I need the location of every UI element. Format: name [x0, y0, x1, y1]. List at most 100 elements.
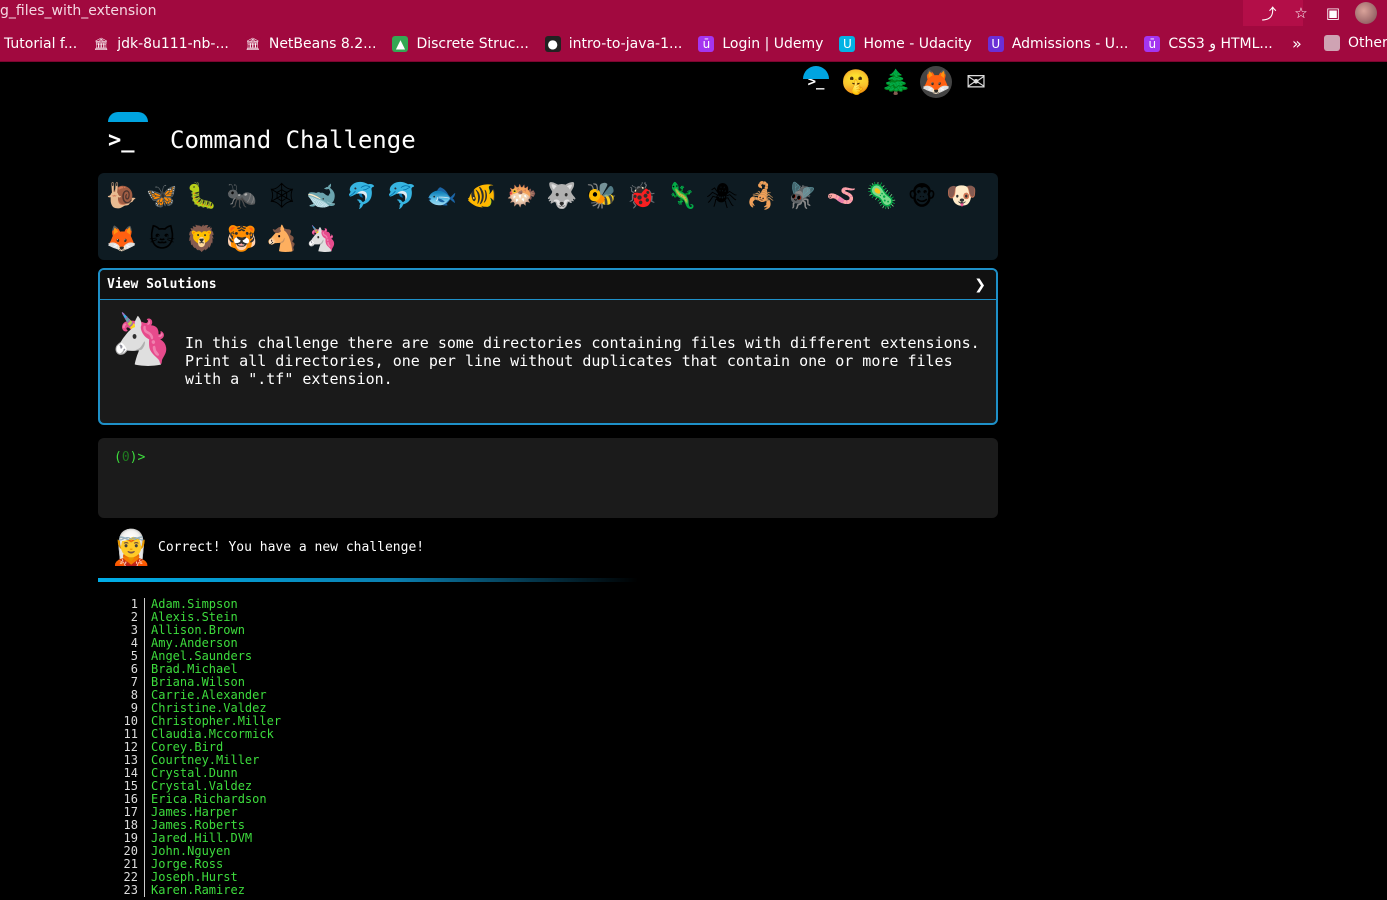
line-number: 23 [123, 883, 138, 897]
museum-icon: 🏛 [244, 35, 261, 52]
line-separator [144, 806, 145, 819]
challenge-whale-icon[interactable]: 🐋 [302, 175, 342, 217]
challenge-fly-icon[interactable]: 🪰 [782, 175, 822, 217]
challenge-scorpion-icon[interactable]: 🦂 [742, 175, 782, 217]
line-separator [144, 767, 145, 780]
bookmark-label: Admissions - U... [1011, 35, 1129, 52]
bookmarks-more-button[interactable]: » [1292, 34, 1302, 53]
tab-title[interactable]: g_files_with_extension [0, 3, 156, 19]
bookmark-label: CSS3 و HTML... [1168, 35, 1273, 52]
bookmark-label: Discrete Struc... [416, 35, 529, 52]
feedback-message: Correct! You have a new challenge! [158, 540, 425, 555]
challenge-dolphin-icon[interactable]: 🐬 [342, 175, 382, 217]
challenge-lion-icon[interactable]: 🦁 [182, 218, 222, 260]
terminal-icon[interactable]: >_ [800, 66, 832, 98]
elf-avatar-icon: 🧝 [110, 528, 153, 568]
challenge-caterpillar-icon[interactable]: 🐛 [182, 175, 222, 217]
challenge-unicorn-icon[interactable]: 🦄 [302, 218, 342, 260]
challenge-ladybug-icon[interactable]: 🐞 [622, 175, 662, 217]
header-icons: >_ 🤫 🌲 🦊 ✉ [800, 66, 992, 98]
bookmark-item[interactable]: ▲ Discrete Struc... [392, 35, 529, 52]
udemy-icon: ū [1144, 35, 1161, 52]
share-icon[interactable]: ⤴ [1253, 3, 1285, 24]
view-solutions-label: View Solutions [107, 277, 217, 292]
other-bookmarks-label: Other [1348, 35, 1387, 51]
gitlab-icon[interactable]: 🦊 [920, 66, 952, 98]
challenge-cat-icon[interactable]: 🐱 [142, 218, 182, 260]
line-separator [144, 858, 145, 871]
challenge-tropical-fish-icon[interactable]: 🐠 [462, 175, 502, 217]
bookmark-item[interactable]: ū CSS3 و HTML... [1144, 35, 1273, 52]
profile-avatar[interactable] [1355, 2, 1377, 24]
line-separator [144, 793, 145, 806]
bookmark-item[interactable]: ū Login | Udemy [698, 35, 824, 52]
other-bookmarks[interactable]: Other [1324, 35, 1387, 51]
line-separator [144, 819, 145, 832]
terminal-prompt: (0)> [114, 450, 145, 465]
output-value: Karen.Ramirez [151, 883, 245, 897]
udacity-icon: U [839, 35, 856, 52]
bookmark-item[interactable]: Tutorial f... [4, 36, 77, 52]
challenge-monkey-icon[interactable]: 🐵 [902, 175, 942, 217]
shush-emoji-icon[interactable]: 🤫 [840, 66, 872, 98]
bookmark-item[interactable]: U Home - Udacity [839, 35, 972, 52]
challenge-worm-icon[interactable]: 🪱 [822, 175, 862, 217]
challenge-snail-icon[interactable]: 🐌 [102, 175, 142, 217]
line-separator [144, 741, 145, 754]
challenge-fox-icon[interactable]: 🦊 [102, 218, 142, 260]
logo-prompt-icon: >_ [108, 128, 135, 153]
terminal-input[interactable]: (0)> [98, 438, 998, 518]
bookmark-label: Home - Udacity [863, 35, 972, 52]
challenge-panel: View Solutions ❯ 🦄 In this challenge the… [98, 268, 998, 425]
line-separator [144, 663, 145, 676]
bookmark-item[interactable]: 🏛 NetBeans 8.2... [244, 35, 376, 52]
prompt-close: )> [129, 450, 146, 465]
page-title: Command Challenge [170, 126, 416, 154]
drive-icon: ▲ [392, 35, 409, 52]
challenge-fish-icon[interactable]: 🐟 [422, 175, 462, 217]
view-solutions-toggle[interactable]: View Solutions ❯ [100, 270, 996, 300]
challenge-spider-icon[interactable]: 🕷 [702, 175, 742, 217]
bookmark-label: Tutorial f... [4, 35, 78, 52]
challenge-wolf-icon[interactable]: 🐺 [542, 175, 582, 217]
feedback-progress-bar [98, 578, 638, 582]
challenge-butterfly-icon[interactable]: 🦋 [142, 175, 182, 217]
bookmark-label: Login | Udemy [722, 35, 824, 52]
challenge-ant-icon[interactable]: 🐜 [222, 175, 262, 217]
challenge-dog-icon[interactable]: 🐶 [942, 175, 982, 217]
exit-code: 0 [121, 450, 130, 465]
site-logo[interactable]: >_ [106, 112, 150, 158]
line-separator [144, 871, 145, 884]
line-separator [144, 754, 145, 767]
browser-titlebar: g_files_with_extension ⤴ ☆ ▣ [0, 0, 1387, 26]
challenge-shark-icon[interactable]: 🐬 [382, 175, 422, 217]
line-separator [144, 650, 145, 663]
chevron-right-icon[interactable]: ❯ [974, 277, 986, 293]
line-separator [144, 637, 145, 650]
challenge-tiger-icon[interactable]: 🐯 [222, 218, 262, 260]
challenge-bee-icon[interactable]: 🐝 [582, 175, 622, 217]
bookmark-label: jdk-8u111-nb-... [117, 35, 229, 52]
challenge-blowfish-icon[interactable]: 🐡 [502, 175, 542, 217]
line-separator [144, 845, 145, 858]
line-separator [144, 715, 145, 728]
bookmark-item[interactable]: 🏛 jdk-8u111-nb-... [93, 35, 229, 52]
line-separator [144, 598, 145, 611]
mail-icon[interactable]: ✉ [960, 66, 992, 98]
challenge-lizard-icon[interactable]: 🦎 [662, 175, 702, 217]
udacity-icon: U [987, 35, 1004, 52]
bookmark-item[interactable]: U Admissions - U... [987, 35, 1129, 52]
line-separator [144, 676, 145, 689]
github-icon: ● [544, 35, 561, 52]
line-separator [144, 884, 145, 897]
challenge-horse-icon[interactable]: 🐴 [262, 218, 302, 260]
challenge-web-icon[interactable]: 🕸 [262, 175, 302, 217]
museum-icon: 🏛 [93, 35, 110, 52]
line-separator [144, 624, 145, 637]
output-line: 23 Karen.Ramirez [98, 884, 281, 897]
challenge-microbe-icon[interactable]: 🦠 [862, 175, 902, 217]
tree-icon[interactable]: 🌲 [880, 66, 912, 98]
bookmark-item[interactable]: ● intro-to-java-1... [544, 35, 682, 52]
star-icon[interactable]: ☆ [1285, 4, 1317, 22]
sidebar-icon[interactable]: ▣ [1317, 4, 1349, 22]
